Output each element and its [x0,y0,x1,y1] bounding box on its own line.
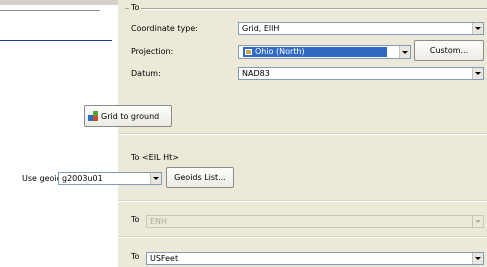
coordinate-type-value: Grid, EllH [242,24,280,33]
grid-to-ground-icon [88,111,98,121]
projection-value: Ohio (North) [255,47,305,56]
top-band-edge [0,10,100,11]
datum-select[interactable]: NAD83 [238,67,484,80]
chevron-down-icon[interactable] [150,173,161,184]
coordinate-type-label: Coordinate type: [131,24,198,33]
chevron-down-icon[interactable] [472,23,483,34]
datum-label: Datum: [131,69,161,78]
divider-light [118,134,487,135]
divider-light [118,201,487,202]
selection-highlight-line [0,40,112,41]
to-enh-value: ENH [150,217,168,226]
coordinate-type-select[interactable]: Grid, EllH [238,22,484,35]
grid-to-ground-label: Grid to ground [101,111,160,121]
chevron-down-icon[interactable] [472,253,483,264]
custom-button[interactable]: Custom... [414,40,484,61]
to-units-select[interactable]: USFeet [146,252,484,265]
datum-value: NAD83 [242,69,270,78]
chevron-down-icon [472,216,483,227]
geoid-value: g2003u01 [62,174,103,183]
to-enh-select: ENH [146,215,484,228]
group-border-light [141,9,487,10]
to-units-label: To [131,252,140,261]
grid-to-ground-button[interactable]: Grid to ground [84,105,172,127]
group-border-left [125,8,129,9]
chevron-down-icon[interactable] [399,46,410,58]
map-icon [245,49,252,55]
use-geoid-label: Use geoid [22,174,62,183]
geoids-list-button[interactable]: Geoids List... [166,167,234,188]
section-geoid-header: To <EIL Ht> [131,153,179,162]
divider-light [118,237,487,238]
to-units-value: USFeet [150,254,179,263]
chevron-down-icon[interactable] [472,68,483,79]
projection-label: Projection: [131,47,174,56]
projection-selected-item: Ohio (North) [243,47,387,57]
to-enh-label: To [131,215,140,224]
section-to-header: To [131,3,140,13]
projection-select[interactable]: Ohio (North) [238,45,411,59]
geoid-select[interactable]: g2003u01 [58,172,162,185]
